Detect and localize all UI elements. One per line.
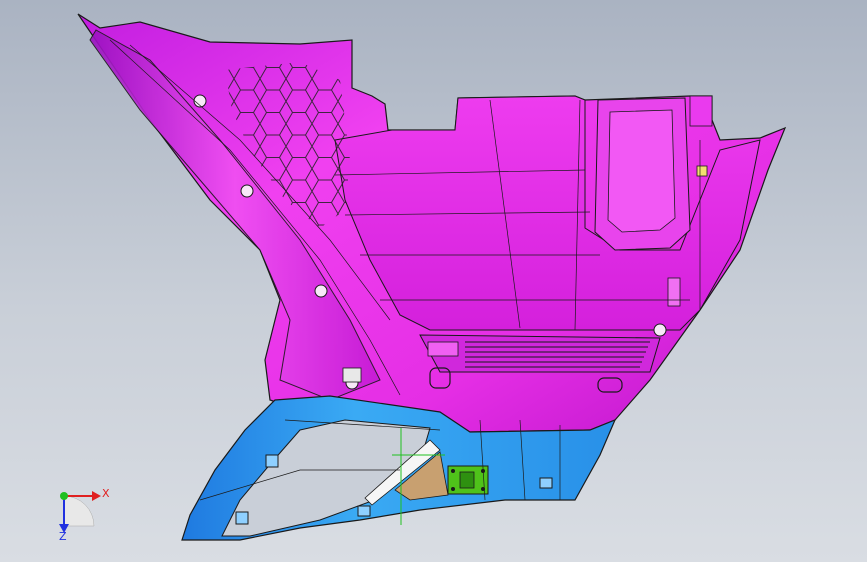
x-axis-label: X bbox=[102, 487, 110, 500]
triad-origin-icon bbox=[60, 492, 68, 500]
z-axis-label: Z bbox=[59, 530, 67, 543]
coordinate-triad bbox=[59, 491, 101, 533]
cad-viewport[interactable]: X Z bbox=[0, 0, 867, 562]
